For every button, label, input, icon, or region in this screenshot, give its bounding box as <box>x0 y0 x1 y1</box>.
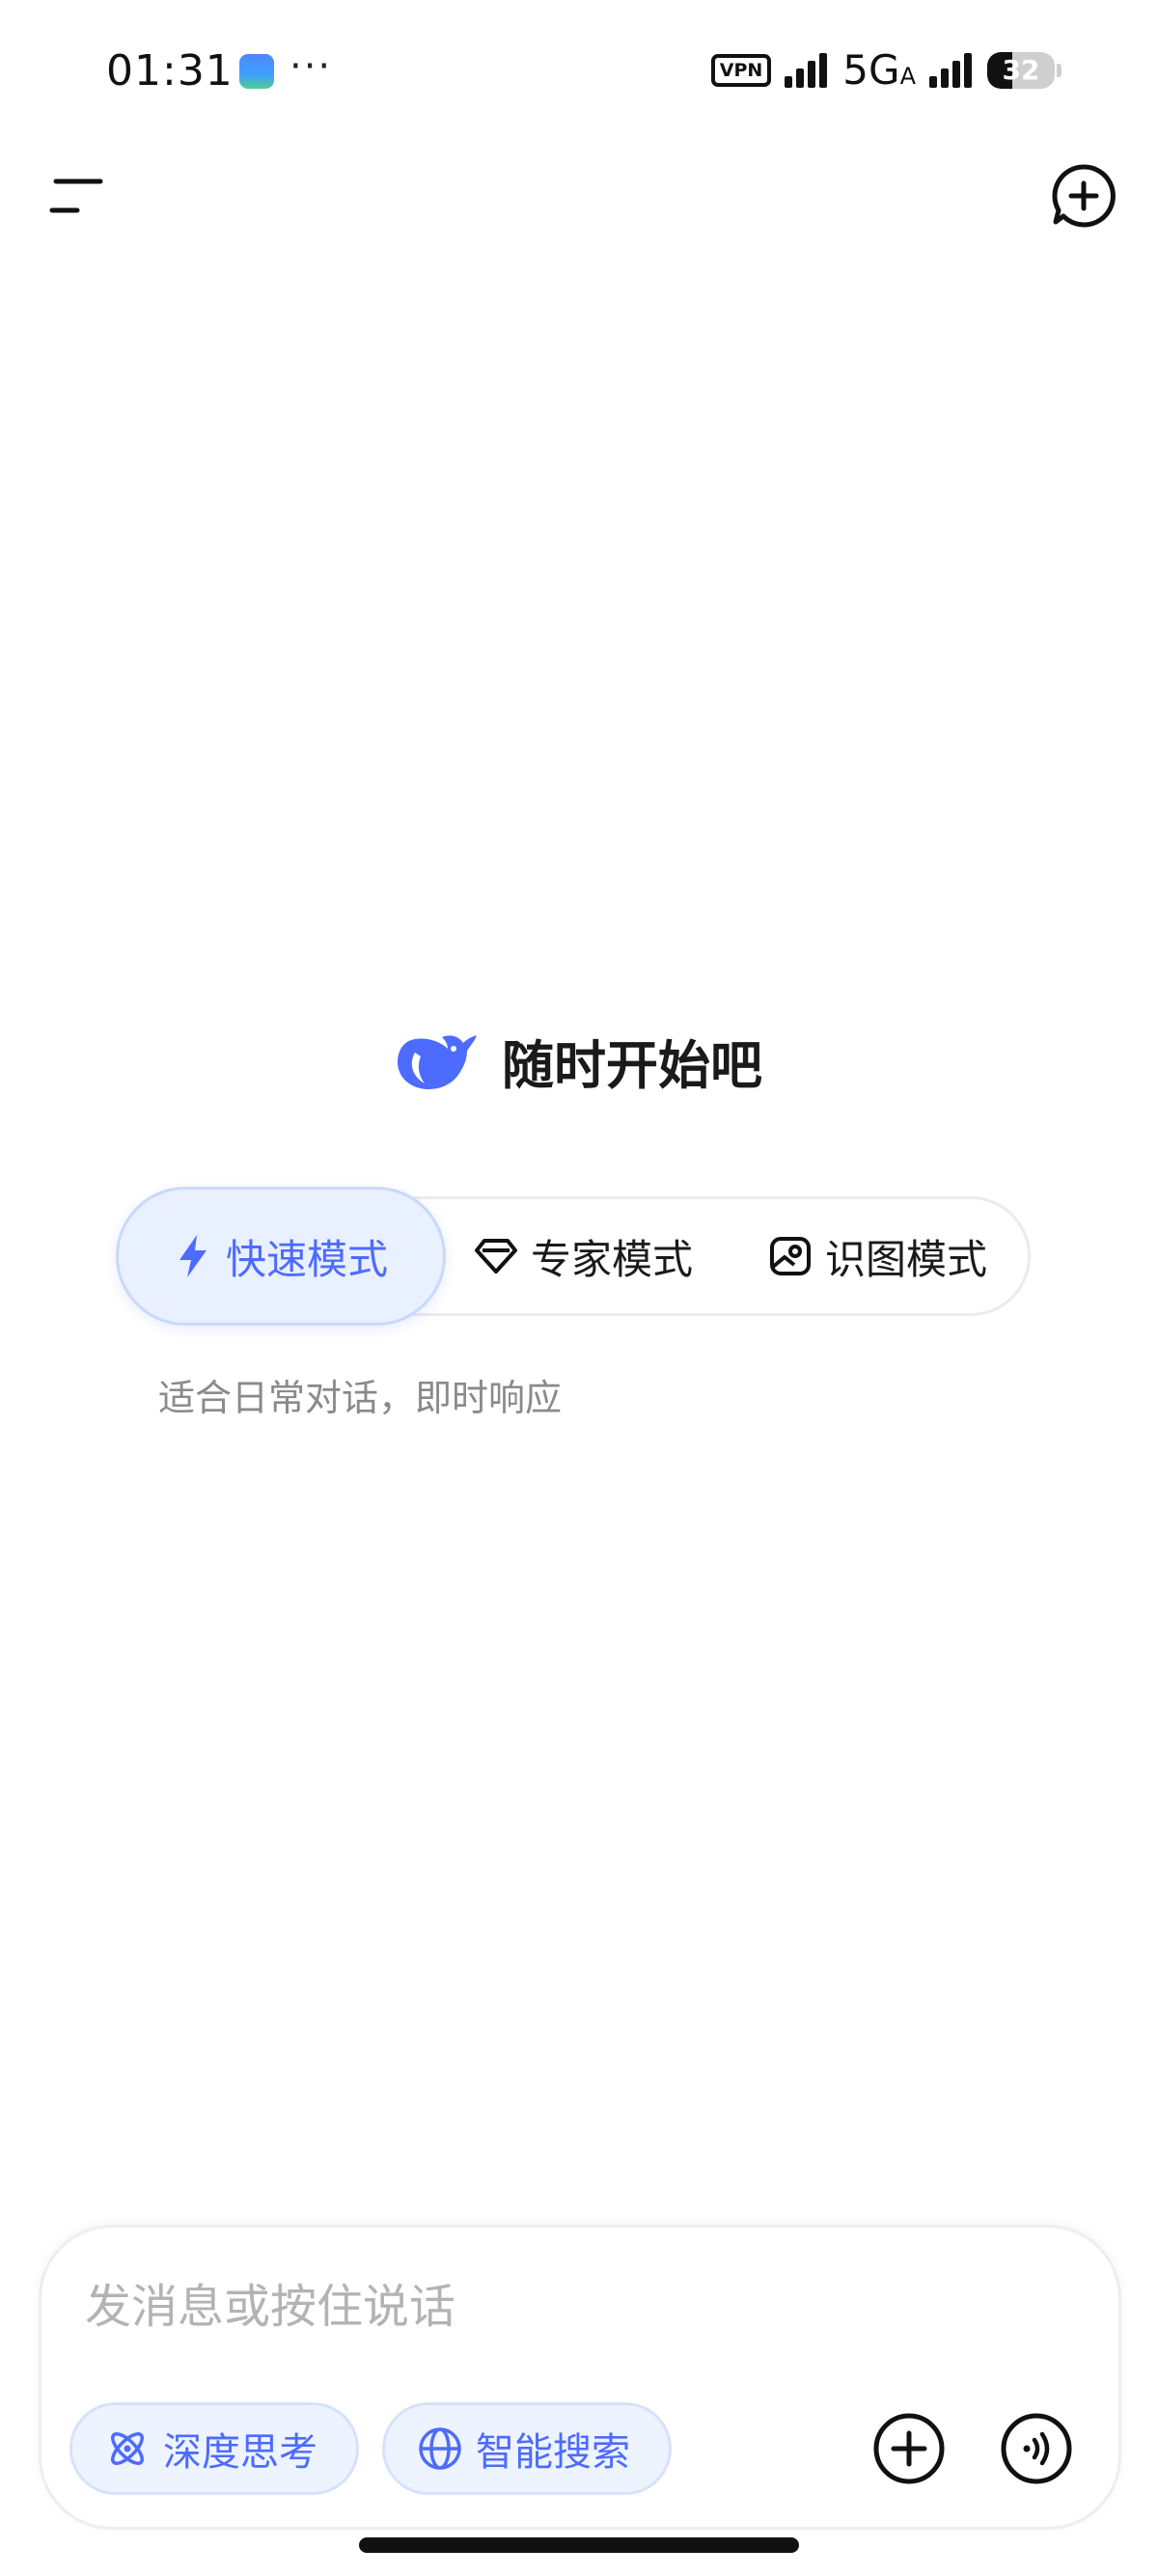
deep-think-label: 深度思考 <box>163 2430 317 2475</box>
vpn-badge: VPN <box>710 53 772 87</box>
mode-fast[interactable]: 快速模式 <box>116 1187 446 1326</box>
greeting-title: 随时开始吧 <box>502 1035 762 1096</box>
smart-search-label: 智能搜索 <box>476 2430 630 2475</box>
mode-expert[interactable]: 专家模式 <box>458 1187 709 1326</box>
image-icon <box>769 1237 811 1275</box>
mode-description: 适合日常对话，即时响应 <box>158 1377 563 1419</box>
whale-logo-icon <box>398 1034 477 1089</box>
plus-circle-icon <box>873 2413 945 2484</box>
home-indicator[interactable] <box>359 2537 799 2553</box>
mode-vision-label: 识图模式 <box>824 1235 987 1283</box>
network-type: 5GA <box>842 46 916 94</box>
app-notification-icon <box>239 54 274 89</box>
menu-button[interactable] <box>48 174 106 222</box>
mode-expert-label: 专家模式 <box>530 1235 693 1283</box>
lightning-icon <box>179 1235 207 1277</box>
message-input[interactable] <box>85 2273 915 2341</box>
new-chat-icon <box>1052 164 1116 228</box>
status-indicators: VPN 5GA 32 <box>710 46 1062 94</box>
more-notifications-icon: ··· <box>290 44 333 89</box>
battery-icon: 32 <box>987 51 1055 89</box>
deep-think-toggle[interactable]: 深度思考 <box>69 2402 359 2495</box>
voice-wave-icon <box>1001 2413 1072 2484</box>
new-chat-button[interactable] <box>1050 162 1117 230</box>
mode-fast-label: 快速模式 <box>225 1235 388 1283</box>
diamond-icon <box>474 1239 517 1274</box>
greeting: 随时开始吧 <box>0 1023 1158 1099</box>
attach-button[interactable] <box>872 2412 946 2485</box>
voice-button[interactable] <box>1000 2412 1073 2485</box>
battery-tip <box>1057 63 1062 77</box>
smart-search-toggle[interactable]: 智能搜索 <box>382 2402 672 2495</box>
signal-icon-2 <box>929 52 972 88</box>
mode-vision[interactable]: 识图模式 <box>758 1187 999 1326</box>
status-time: 01:31 <box>106 46 234 96</box>
atom-icon <box>111 2432 144 2465</box>
globe-icon <box>419 2427 461 2470</box>
menu-icon <box>49 178 103 213</box>
signal-icon <box>785 52 828 88</box>
